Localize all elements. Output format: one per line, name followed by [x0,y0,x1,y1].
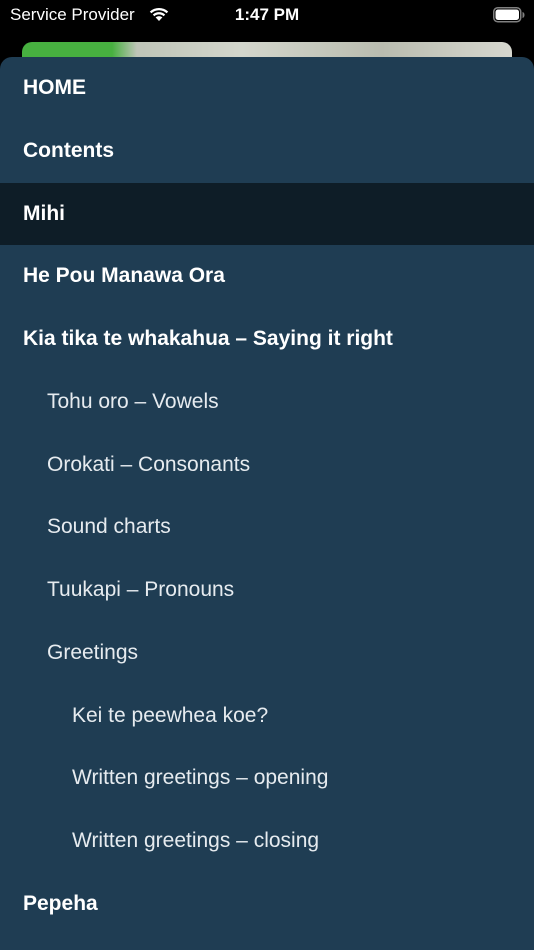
menu-item-label: Contents [23,138,114,162]
menu-item[interactable]: Contents [0,120,534,182]
menu-item[interactable]: Orokati – Consonants [0,434,534,496]
menu-item[interactable]: Sound charts [0,496,534,558]
navigation-drawer: HOME Contents Mihi He Pou Manawa Ora Kia tik… [0,57,534,950]
menu-item[interactable]: Kia tika te whakahua – Saying it right [0,308,534,370]
menu-item[interactable]: Mihi [0,182,534,245]
menu-item-label: He Pou Manawa Ora [23,264,225,288]
clock: 1:47 PM [234,5,300,24]
status-bar: Service Provider 1:47 PM [0,0,534,32]
menu-item[interactable]: Greetings [0,622,534,684]
menu-item[interactable]: Pepeha [0,873,534,935]
menu-item[interactable]: He Pou Manawa Ora [0,245,534,307]
menu-item-label: Written greetings – closing [72,829,320,852]
menu-item[interactable]: Kei te peewhea koe? [0,685,534,747]
menu-item-label: HOME [23,76,86,99]
menu-item-label: Orokati – Consonants [47,452,251,476]
menu-item-label: Greetings [47,640,139,664]
menu-item-label: Pepeha [23,891,98,915]
menu-item-label: Kei te peewhea koe? [72,703,269,727]
menu-item[interactable]: Tuukapi – Pronouns [0,559,534,621]
menu-item-label: Tuukapi – Pronouns [47,578,235,601]
menu-item[interactable]: Tohu oro – Vowels [0,371,534,433]
menu-item-label: Sound charts [47,515,171,539]
menu-item[interactable]: Written greetings – opening [0,747,534,809]
menu-item-label: Tohu oro – Vowels [47,389,219,413]
menu-item[interactable]: HOME [0,57,534,119]
menu-item-label: Mihi [23,201,65,225]
battery-icon [493,7,525,28]
menu-item-label: Written greetings – opening [72,766,329,790]
menu-item-label: Kia tika te whakahua – Saying it right [23,327,393,350]
menu-item[interactable]: Written greetings – closing [0,810,534,872]
